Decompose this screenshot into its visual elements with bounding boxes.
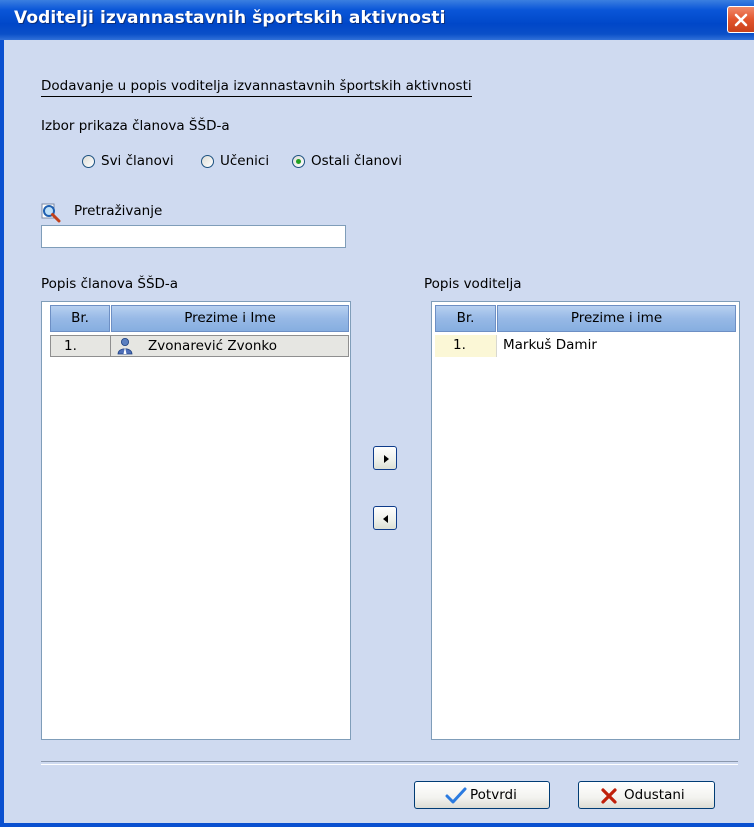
column-header-name[interactable]: Prezime i ime [497,305,736,332]
leaders-listbox[interactable]: Br. Prezime i ime 1. Markuš Damir [431,301,740,740]
members-list-label: Popis članova ŠŠD-a [41,276,179,292]
dialog-window: Voditelji izvannastavnih športskih aktiv… [0,0,754,827]
radio-label: Učenici [220,153,270,169]
radio-label: Svi članovi [101,153,174,169]
search-input[interactable] [41,225,346,248]
checkmark-icon [445,787,467,804]
members-listbox[interactable]: Br. Prezime i Ime 1. Zvonarević Zvonko [41,301,351,740]
radio-circle [82,155,95,168]
radio-selected-dot [296,159,301,164]
magnifier-icon [41,203,61,223]
column-header-number[interactable]: Br. [435,305,496,332]
dialog-heading: Dodavanje u popis voditelja izvannastavn… [41,78,472,97]
radio-circle [201,155,214,168]
title-bar[interactable]: Voditelji izvannastavnih športskih aktiv… [0,0,754,40]
confirm-label: Potvrdi [470,787,517,803]
cancel-label: Odustani [624,787,685,803]
row-number: 1. [435,335,497,357]
window-title: Voditelji izvannastavnih športskih aktiv… [14,8,446,28]
remove-from-leaders-button[interactable] [373,506,397,530]
arrow-right-icon [384,455,389,463]
filter-label: Izbor prikaza članova ŠŠD-a [41,118,230,134]
cancel-x-icon [601,788,617,804]
close-icon [734,13,748,27]
radio-circle [292,155,305,168]
cancel-button[interactable]: Odustani [578,781,715,809]
person-icon [117,338,133,355]
search-label: Pretraživanje [74,203,163,219]
row-number: 1. [50,335,111,357]
table-row[interactable]: 1. Zvonarević Zvonko [50,335,349,357]
column-header-name[interactable]: Prezime i Ime [111,305,349,332]
window-frame-left [0,40,4,827]
arrow-left-icon [383,515,388,523]
column-header-number[interactable]: Br. [50,305,110,332]
window-frame-bottom [0,823,754,827]
radio-label: Ostali članovi [311,153,403,169]
add-to-leaders-button[interactable] [373,446,397,470]
row-name: Markuš Damir [497,335,736,357]
table-row[interactable]: 1. Markuš Damir [435,335,736,357]
row-name: Zvonarević Zvonko [148,338,277,354]
close-button[interactable] [727,6,754,33]
members-list-header: Br. Prezime i Ime [42,302,350,332]
leaders-list-header: Br. Prezime i ime [432,302,739,332]
row-name-cell: Zvonarević Zvonko [111,335,349,357]
footer-separator [41,761,738,765]
confirm-button[interactable]: Potvrdi [414,781,550,809]
leaders-list-label: Popis voditelja [424,276,522,292]
